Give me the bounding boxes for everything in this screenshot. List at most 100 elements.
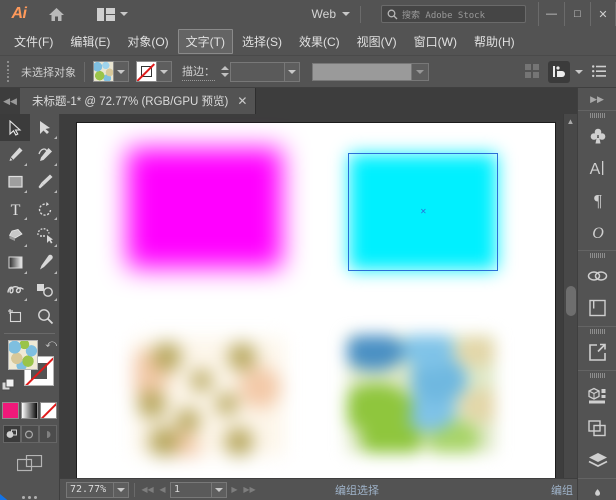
asset-export-panel-button[interactable] xyxy=(578,336,616,368)
swap-fill-stroke-icon[interactable]: ⤺ xyxy=(45,338,57,351)
blend-tool[interactable] xyxy=(30,276,60,303)
menu-type[interactable]: 文字(T) xyxy=(177,29,233,54)
curvature-tool[interactable] xyxy=(30,141,60,168)
status-label[interactable]: 编组选择 xyxy=(335,482,379,498)
workspace-switcher-button[interactable] xyxy=(92,0,133,28)
last-artboard-button[interactable]: ▶▶ xyxy=(242,482,257,498)
screen-mode-button[interactable] xyxy=(0,455,59,474)
chevron-down-icon[interactable] xyxy=(342,12,350,16)
properties-panel-button[interactable] xyxy=(578,380,616,412)
previous-artboard-button[interactable]: ◀ xyxy=(155,482,170,498)
dock-collapse-button[interactable]: ▶▶ xyxy=(578,88,616,110)
dock-group-grip[interactable] xyxy=(578,327,616,336)
glyphs-panel-button[interactable]: O xyxy=(578,216,616,248)
gradient-panel-button[interactable] xyxy=(578,479,616,500)
vertical-scrollbar[interactable]: ▲ xyxy=(563,114,577,478)
eraser-tool[interactable] xyxy=(0,222,30,249)
menu-object[interactable]: 对象(O) xyxy=(119,29,176,54)
artboard[interactable]: ✕ xyxy=(76,122,556,478)
dock-group-grip[interactable] xyxy=(578,251,616,260)
paintbrush-tool[interactable] xyxy=(30,168,60,195)
zoom-tool[interactable] xyxy=(30,303,60,330)
stroke-weight-stepper[interactable] xyxy=(219,62,230,82)
symbols-panel-button[interactable] xyxy=(578,120,616,152)
menu-select[interactable]: 选择(S) xyxy=(234,29,290,54)
stroke-dropdown-button[interactable] xyxy=(157,61,172,82)
minimize-button[interactable]: — xyxy=(538,2,564,26)
draw-inside-button[interactable] xyxy=(38,425,57,443)
rotate-tool[interactable] xyxy=(30,195,60,222)
shape-builder-tool[interactable] xyxy=(30,222,60,249)
selection-status-label: 未选择对象 xyxy=(21,66,76,79)
chevron-down-icon[interactable] xyxy=(575,69,583,74)
dock-group-grip[interactable] xyxy=(578,111,616,120)
fill-control[interactable] xyxy=(93,61,129,82)
draw-normal-button[interactable] xyxy=(2,425,21,443)
zoom-level-input[interactable]: 72.77% xyxy=(66,481,114,498)
artboard-number-input[interactable]: 1 xyxy=(170,481,212,498)
none-button[interactable] xyxy=(40,402,57,419)
search-adobe-stock-input[interactable]: 搜索 Adobe Stock xyxy=(381,5,526,23)
eyedropper-tool[interactable] xyxy=(30,249,60,276)
stroke-profile-input[interactable] xyxy=(312,62,412,81)
vertical-scrollbar-thumb[interactable] xyxy=(566,286,576,316)
app-logo: Ai xyxy=(11,5,28,22)
canvas-area[interactable]: ✕ ▲ xyxy=(60,114,577,478)
maximize-button[interactable]: □ xyxy=(564,2,590,26)
stroke-weight-input[interactable] xyxy=(230,61,285,82)
menu-help[interactable]: 帮助(H) xyxy=(466,29,523,54)
menu-window[interactable]: 窗口(W) xyxy=(406,29,465,54)
next-artboard-button[interactable]: ▶ xyxy=(227,482,242,498)
close-button[interactable]: ✕ xyxy=(590,2,616,26)
stroke-profile-dropdown[interactable] xyxy=(412,62,429,81)
selection-tool[interactable] xyxy=(0,114,30,141)
fill-dropdown-button[interactable] xyxy=(114,61,129,82)
tab-bar-grip[interactable]: ◀◀ xyxy=(0,88,20,114)
gradient-button[interactable] xyxy=(21,402,38,419)
libraries-panel-button[interactable] xyxy=(578,292,616,324)
artboards-panel-button[interactable] xyxy=(578,412,616,444)
workspace-name[interactable]: Web xyxy=(312,7,336,21)
artboard-tool[interactable] xyxy=(0,303,30,330)
links-panel-button[interactable] xyxy=(578,260,616,292)
menu-edit[interactable]: 编辑(E) xyxy=(62,29,118,54)
scroll-up-arrow-icon[interactable]: ▲ xyxy=(564,114,577,128)
draw-behind-button[interactable] xyxy=(20,425,39,443)
magenta-blur-rect[interactable] xyxy=(127,148,282,268)
fill-swatch[interactable] xyxy=(93,61,114,82)
panel-menu-button[interactable] xyxy=(588,61,610,83)
camo-pattern-rect[interactable] xyxy=(347,335,495,453)
menu-effect[interactable]: 效果(C) xyxy=(291,29,348,54)
document-tab[interactable]: 未标题-1* @ 72.77% (RGB/GPU 预览) ✕ xyxy=(20,88,257,114)
artboard-dropdown[interactable] xyxy=(212,481,227,498)
type-tool[interactable]: T xyxy=(0,195,30,222)
align-button[interactable] xyxy=(521,61,543,83)
more-tools-button[interactable] xyxy=(0,494,59,500)
first-artboard-button[interactable]: ◀◀ xyxy=(140,482,155,498)
color-button[interactable] xyxy=(2,402,19,419)
status-right-label[interactable]: 编组 xyxy=(551,482,573,498)
default-fill-stroke-icon[interactable] xyxy=(2,379,15,392)
symbol-sprayer-tool[interactable] xyxy=(0,276,30,303)
eraser-icon xyxy=(8,228,23,241)
toolbar-fill-swatch[interactable] xyxy=(8,340,38,370)
menu-file[interactable]: 文件(F) xyxy=(6,29,61,54)
document-setup-button[interactable] xyxy=(548,60,570,83)
character-panel-button[interactable]: A xyxy=(578,152,616,184)
pen-tool[interactable] xyxy=(0,141,30,168)
zoom-level-dropdown[interactable] xyxy=(114,481,129,498)
direct-selection-tool[interactable] xyxy=(30,114,60,141)
menu-view[interactable]: 视图(V) xyxy=(349,29,405,54)
dotted-pattern-rect[interactable] xyxy=(134,338,284,456)
stroke-swatch[interactable] xyxy=(136,61,157,82)
gradient-tool[interactable] xyxy=(0,249,30,276)
control-bar-grip[interactable] xyxy=(3,61,13,82)
home-button[interactable] xyxy=(38,0,74,28)
layers-panel-button[interactable] xyxy=(578,444,616,476)
rectangle-tool[interactable] xyxy=(0,168,30,195)
dock-group-grip[interactable] xyxy=(578,371,616,380)
stroke-control[interactable] xyxy=(136,61,172,82)
stroke-weight-dropdown[interactable] xyxy=(285,61,300,82)
close-icon[interactable]: ✕ xyxy=(237,95,247,107)
paragraph-panel-button[interactable]: ¶ xyxy=(578,184,616,216)
